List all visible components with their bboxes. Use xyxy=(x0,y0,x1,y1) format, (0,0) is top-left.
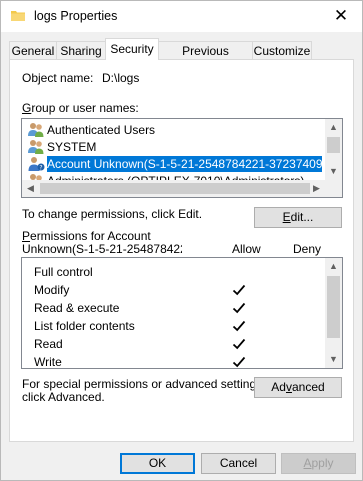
users-group-icon xyxy=(28,123,44,137)
allow-check-icon xyxy=(232,356,246,368)
permissions-vertical-scrollbar[interactable]: ▲ ▼ xyxy=(325,258,342,368)
deny-column-header: Deny xyxy=(293,242,322,256)
scroll-right-icon[interactable]: ▶ xyxy=(308,180,325,197)
scroll-thumb[interactable] xyxy=(40,183,310,194)
properties-dialog: logs Properties ✕ General Sharing Securi… xyxy=(0,0,363,481)
scroll-left-icon[interactable]: ◀ xyxy=(22,180,39,197)
users-group-icon xyxy=(28,140,44,154)
group-list-vertical-scrollbar[interactable]: ▲ ▼ xyxy=(325,119,342,180)
scroll-down-icon[interactable]: ▼ xyxy=(325,351,342,368)
tab-strip: General Sharing Security Previous Versio… xyxy=(9,38,354,76)
permissions-account-name: Unknown(S-1-5-21-2548784221-3 xyxy=(22,242,182,256)
list-item-system[interactable]: SYSTEM xyxy=(25,139,322,155)
advanced-button[interactable]: Advanced xyxy=(254,377,342,398)
scroll-down-icon[interactable]: ▼ xyxy=(325,163,342,180)
change-permissions-text: To change permissions, click Edit. xyxy=(22,207,203,221)
tab-previous-versions[interactable]: Previous Versions xyxy=(158,41,253,76)
allow-column-header: Allow xyxy=(232,242,261,256)
group-user-names-label: Group or user names: xyxy=(22,101,139,115)
allow-check-icon xyxy=(232,284,246,296)
title-bar: logs Properties ✕ xyxy=(1,1,362,32)
perm-row-read-execute: Read & execute xyxy=(34,299,319,317)
ok-button[interactable]: OK xyxy=(120,453,195,474)
special-permissions-text-line2: click Advanced. xyxy=(22,390,105,404)
perm-row-read: Read xyxy=(34,335,319,353)
perm-row-write: Write xyxy=(34,353,319,368)
perm-row-list-folder-contents: List folder contents xyxy=(34,317,319,335)
scroll-thumb[interactable] xyxy=(327,276,340,338)
special-permissions-text: For special permissions or advanced sett… xyxy=(22,377,266,391)
tab-general[interactable]: General xyxy=(9,41,57,59)
group-list-horizontal-scrollbar[interactable]: ◀ ▶ xyxy=(22,180,325,197)
perm-row-full-control: Full control xyxy=(34,265,93,279)
tab-security[interactable]: Security xyxy=(105,38,159,60)
cancel-button[interactable]: Cancel xyxy=(201,453,276,474)
permissions-title: Permissions for Account xyxy=(22,229,151,243)
close-button[interactable]: ✕ xyxy=(327,4,355,28)
allow-check-icon xyxy=(232,338,246,350)
edit-button[interactable]: Edit... xyxy=(254,207,342,228)
list-item-authenticated-users[interactable]: Authenticated Users xyxy=(25,122,322,138)
folder-icon xyxy=(11,11,25,21)
svg-text:?: ? xyxy=(39,165,42,172)
scroll-up-icon[interactable]: ▲ xyxy=(325,258,342,275)
scroll-thumb[interactable] xyxy=(327,137,340,153)
scroll-up-icon[interactable]: ▲ xyxy=(325,119,342,136)
allow-check-icon xyxy=(232,320,246,332)
allow-check-icon xyxy=(232,302,246,314)
list-item-account-unknown[interactable]: ? Account Unknown(S-1-5-21-2548784221-37… xyxy=(25,156,322,172)
tab-customize[interactable]: Customize xyxy=(252,41,312,59)
object-name-label: Object name: xyxy=(22,71,94,85)
perm-row-modify: Modify xyxy=(34,281,319,299)
unknown-user-icon: ? xyxy=(28,157,45,172)
tab-sharing[interactable]: Sharing xyxy=(56,41,106,59)
close-icon: ✕ xyxy=(333,6,349,25)
group-user-list[interactable]: Authenticated Users SYSTEM ? Account Unk… xyxy=(21,118,343,198)
permissions-list: Full control Modify Read & execute List … xyxy=(21,257,343,369)
scroll-corner xyxy=(325,180,342,197)
object-name-value: D:\logs xyxy=(102,71,140,85)
apply-button[interactable]: Apply xyxy=(281,453,356,474)
window-title: logs Properties xyxy=(34,9,118,23)
